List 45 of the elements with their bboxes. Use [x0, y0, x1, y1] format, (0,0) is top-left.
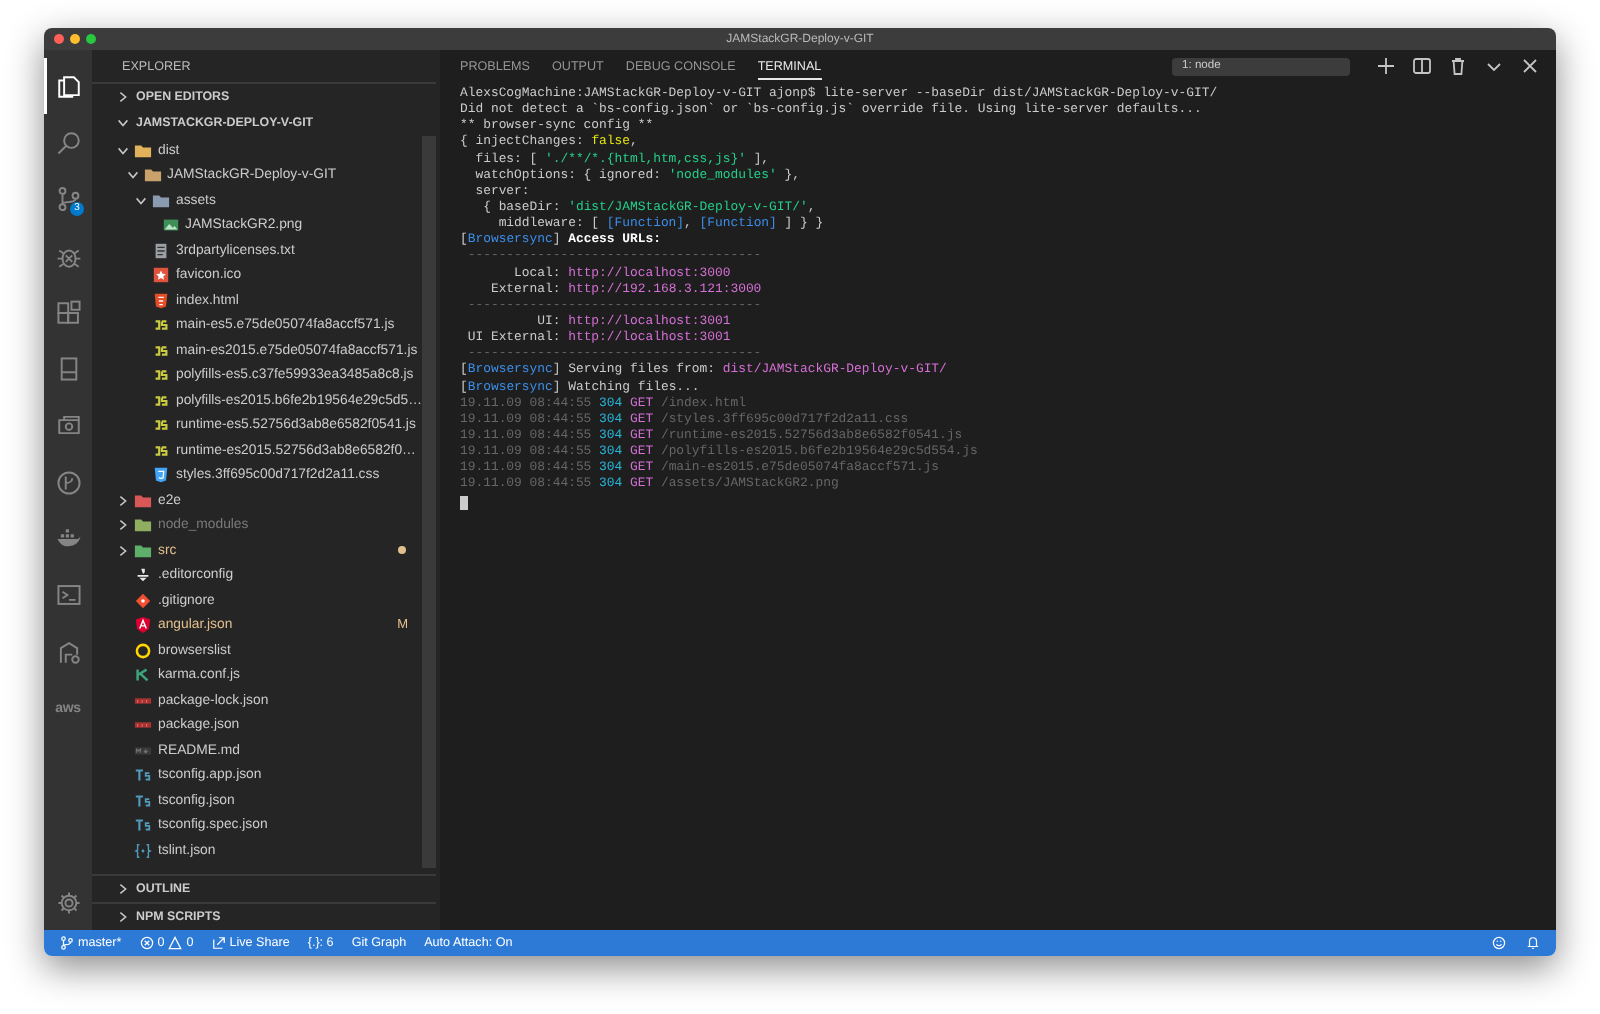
ts-file-icon	[134, 766, 152, 785]
source-control-icon[interactable]	[55, 186, 81, 213]
close-icon[interactable]	[1520, 56, 1540, 76]
change-dot	[398, 546, 406, 555]
markdown-file-icon	[134, 741, 152, 760]
angular-file-icon	[134, 616, 152, 635]
settings-icon[interactable]	[55, 889, 81, 915]
git-graph-icon[interactable]	[55, 469, 81, 496]
git-file-icon	[134, 591, 152, 610]
ts-file-icon	[134, 791, 152, 810]
bell-icon[interactable]	[1526, 936, 1540, 950]
minimize-window-button[interactable]	[70, 34, 80, 44]
js-file-icon	[152, 391, 170, 410]
shield-file-icon	[152, 291, 170, 310]
extensions-icon[interactable]	[55, 299, 81, 326]
karma-file-icon	[134, 666, 152, 685]
maximize-window-button[interactable]	[86, 34, 96, 44]
search-icon[interactable]	[55, 129, 81, 156]
text-file-icon	[152, 241, 170, 260]
terminal-icon[interactable]	[55, 582, 81, 609]
config-file-icon	[134, 566, 152, 585]
js-file-icon	[152, 416, 170, 435]
warning-icon	[168, 936, 183, 950]
js-file-icon	[152, 366, 170, 385]
branch-icon	[60, 936, 74, 950]
error-icon	[139, 936, 154, 950]
smiley-icon[interactable]	[1492, 936, 1506, 950]
js-file-icon	[152, 316, 170, 335]
split-icon[interactable]	[1412, 56, 1432, 76]
monitor-icon[interactable]	[55, 412, 81, 439]
css-file-icon	[152, 466, 170, 485]
files-icon[interactable]	[55, 73, 81, 100]
share-icon	[211, 936, 226, 950]
ts-file-icon	[134, 816, 152, 835]
terminal-cursor	[460, 495, 468, 510]
plus-icon[interactable]	[1376, 56, 1396, 76]
book-icon[interactable]	[55, 356, 81, 383]
star-file-icon	[152, 266, 170, 285]
close-window-button[interactable]	[54, 34, 64, 44]
image-file-icon	[161, 216, 179, 235]
braces-file-icon	[134, 841, 152, 860]
trash-icon[interactable]	[1448, 56, 1468, 76]
js-file-icon	[152, 441, 170, 460]
js-file-icon	[152, 341, 170, 360]
ring-file-icon	[134, 641, 152, 660]
